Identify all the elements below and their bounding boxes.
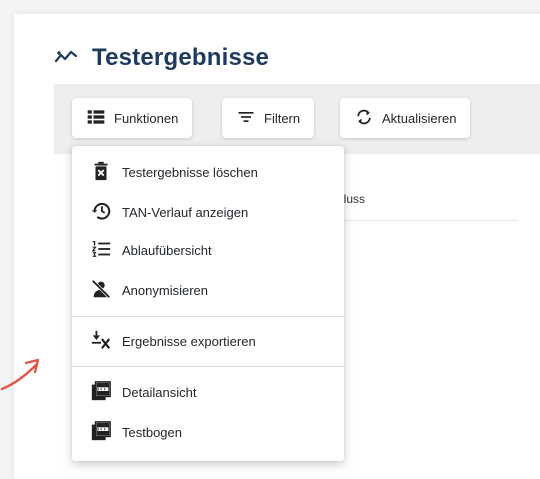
list-numbered-icon [90, 238, 112, 263]
page-header: Testergebnisse [54, 40, 269, 76]
menu-item-label: Ergebnisse exportieren [122, 333, 256, 349]
toolbar: Funktionen Filtern Aktualisieren [54, 84, 540, 154]
menu-item-tan-history[interactable]: TAN-Verlauf anzeigen [72, 193, 344, 231]
menu-item-export-results[interactable]: Ergebnisse exportieren [72, 322, 344, 360]
menu-item-label: TAN-Verlauf anzeigen [122, 204, 249, 220]
refresh-icon [354, 107, 374, 130]
pdf-icon [90, 420, 112, 445]
anonymize-icon [90, 278, 112, 303]
menu-item-label: Detailansicht [122, 384, 197, 400]
table-header-divider [338, 220, 518, 221]
menu-item-label: Anonymisieren [122, 282, 208, 298]
filter-button-label: Filtern [264, 110, 301, 126]
filter-icon [236, 107, 256, 130]
menu-item-label: Testergebnisse löschen [122, 164, 258, 180]
menu-item-label: Testbogen [122, 424, 182, 440]
export-icon [90, 329, 112, 354]
refresh-button[interactable]: Aktualisieren [340, 98, 471, 138]
menu-item-anonymize[interactable]: Anonymisieren [72, 271, 344, 309]
page-title: Testergebnisse [92, 44, 270, 71]
menu-separator [72, 366, 344, 367]
filter-button[interactable]: Filtern [222, 98, 315, 138]
functions-dropdown-menu: Testergebnisse löschen TAN-Verlauf anzei… [72, 146, 344, 461]
delete-icon [90, 160, 112, 185]
refresh-button-label: Aktualisieren [382, 110, 457, 126]
menu-item-test-sheet[interactable]: Testbogen [72, 413, 344, 451]
functions-button[interactable]: Funktionen [72, 98, 193, 138]
menu-item-delete-results[interactable]: Testergebnisse löschen [72, 153, 344, 191]
menu-item-detail-view[interactable]: Detailansicht [72, 373, 344, 411]
menu-list-icon [86, 107, 106, 130]
annotation-arrow-icon [0, 358, 40, 391]
history-icon [90, 200, 112, 225]
functions-button-label: Funktionen [114, 110, 179, 126]
trend-icon [54, 44, 78, 73]
pdf-icon [90, 380, 112, 405]
menu-item-process-overview[interactable]: Ablaufübersicht [72, 231, 344, 269]
menu-item-label: Ablaufübersicht [122, 242, 212, 258]
menu-separator [72, 316, 344, 317]
